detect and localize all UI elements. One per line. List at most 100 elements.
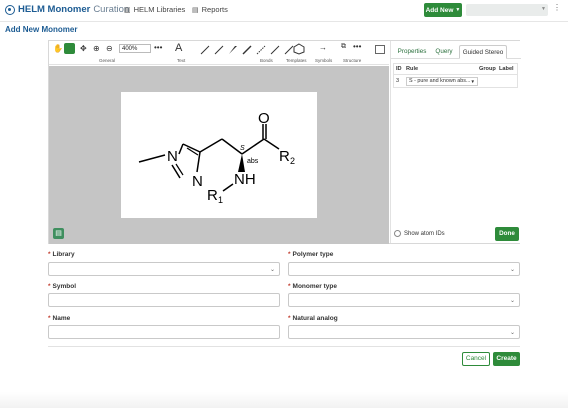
group-general: General xyxy=(99,58,116,63)
tab-query[interactable]: Query xyxy=(431,45,457,59)
group-symbols: Symbols xyxy=(315,58,333,63)
move-icon[interactable]: ✥ xyxy=(80,44,87,53)
nav-reports[interactable]: ▤ Reports xyxy=(192,5,228,14)
nav-reports-label: Reports xyxy=(201,5,228,14)
show-atom-ids-toggle[interactable]: Show atom IDs xyxy=(394,230,445,237)
top-navbar: HELM Monomer Curation ▥ HELM Libraries ▤… xyxy=(0,0,568,22)
natural-analog-value xyxy=(289,335,292,341)
chevron-down-icon: ⌄ xyxy=(509,267,515,273)
group-bonds: Bonds xyxy=(260,58,273,63)
atom-n-methyl: N xyxy=(167,148,178,165)
library-label: * Library xyxy=(48,251,75,258)
page-title: Add New Monomer xyxy=(5,25,78,34)
natural-analog-select[interactable]: ⌄ xyxy=(288,325,520,339)
symbol-label: * Symbol xyxy=(48,283,77,290)
show-atom-ids-label: Show atom IDs xyxy=(404,230,445,237)
monomer-type-value xyxy=(289,303,292,309)
brand-link[interactable]: HELM Monomer Curation xyxy=(5,4,129,15)
panel-tabs: Properties Query Guided Stereo xyxy=(391,45,521,59)
done-button[interactable]: Done xyxy=(495,227,519,241)
hand-icon[interactable]: ✋ xyxy=(53,44,63,53)
group-structure: Structure xyxy=(343,58,362,63)
symbol-input[interactable] xyxy=(48,293,280,307)
polymer-type-value xyxy=(289,272,292,278)
atom-nh: NH xyxy=(234,171,256,188)
chevron-down-icon: ⌄ xyxy=(509,298,515,304)
chevron-down-icon: ▼ xyxy=(541,6,546,12)
zoom-out-icon[interactable]: ⊖ xyxy=(106,44,113,53)
r1-label: R xyxy=(207,187,218,204)
row-id: 3 xyxy=(396,78,400,84)
abs-label: abs xyxy=(247,158,259,165)
polymer-type-select[interactable]: ⌄ xyxy=(288,262,520,276)
library-select[interactable]: ⌄ xyxy=(48,262,280,276)
create-button[interactable]: Create xyxy=(493,352,520,366)
add-new-button[interactable]: Add New ▼ xyxy=(424,3,462,17)
nav-helm-libraries-label: HELM Libraries xyxy=(133,5,186,14)
table-row: 3 S - pure and known abs... ▼ xyxy=(394,75,517,87)
nav-helm-libraries[interactable]: ▥ HELM Libraries xyxy=(124,5,185,14)
zoom-in-icon[interactable]: ⊕ xyxy=(93,44,100,53)
bottom-shadow xyxy=(0,392,568,408)
monomer-type-label: * Monomer type xyxy=(288,283,337,290)
col-id: ID xyxy=(396,66,402,72)
monomer-type-select[interactable]: ⌄ xyxy=(288,293,520,307)
rule-select[interactable]: S - pure and known abs... ▼ xyxy=(406,76,478,86)
app-name: HELM Monomer xyxy=(18,4,91,15)
cancel-button[interactable]: Cancel xyxy=(462,352,490,366)
col-label: Label xyxy=(499,66,514,72)
group-text: Text xyxy=(177,58,186,63)
chevron-down-icon: ⌄ xyxy=(509,330,515,336)
zoom-select[interactable]: 400% xyxy=(119,44,151,53)
structure-icon[interactable]: ⧉ xyxy=(341,43,346,51)
template-ring-icon[interactable] xyxy=(293,43,305,55)
r1-subscript: 1 xyxy=(218,195,223,205)
atom-oxygen: O xyxy=(258,110,270,127)
molecule-structure: N N NH O R 1 R 2 S abs xyxy=(138,110,295,205)
structure-editor: ✋ ✥ ⊕ ⊖ 400% ••• General A Text Bonds Te… xyxy=(48,40,521,244)
natural-analog-label: * Natural analog xyxy=(288,315,338,322)
helm-logo-icon xyxy=(5,4,15,15)
library-icon: ▥ xyxy=(124,6,131,14)
text-tool-icon[interactable]: A xyxy=(175,42,182,54)
table-header: ID Rule Group Label xyxy=(394,64,517,75)
tab-guided-stereo[interactable]: Guided Stereo xyxy=(459,45,507,59)
r2-label: R xyxy=(279,148,290,165)
library-value xyxy=(49,272,52,278)
more-dots-icon[interactable]: ••• xyxy=(154,43,162,52)
col-group: Group xyxy=(479,66,496,72)
editor-toolbar: ✋ ✥ ⊕ ⊖ 400% ••• General A Text Bonds Te… xyxy=(49,41,389,65)
panel-toggle-icon[interactable] xyxy=(375,45,385,54)
name-value xyxy=(49,335,52,341)
tab-properties[interactable]: Properties xyxy=(395,45,429,59)
name-input[interactable] xyxy=(48,325,280,339)
polymer-type-label: * Polymer type xyxy=(288,251,334,258)
clipboard-icon[interactable]: ▤ xyxy=(53,228,64,239)
chevron-down-icon: ▼ xyxy=(455,7,461,13)
user-select[interactable] xyxy=(466,4,548,16)
chevron-down-icon: ⌄ xyxy=(269,267,275,273)
bond-tools-icon[interactable] xyxy=(199,44,299,56)
col-rule: Rule xyxy=(406,66,419,72)
drawing-canvas[interactable]: N N NH O R 1 R 2 S abs ▤ xyxy=(49,66,389,244)
chevron-down-icon: ▼ xyxy=(470,78,475,84)
properties-panel: Properties Query Guided Stereo ID Rule G… xyxy=(390,41,521,243)
select-tool-icon[interactable] xyxy=(64,43,75,54)
zoom-value: 400% xyxy=(122,46,138,52)
group-templates: Templates xyxy=(286,58,307,63)
symbol-value xyxy=(49,303,52,309)
r2-subscript: 2 xyxy=(290,156,295,166)
rule-value: S - pure and known abs... xyxy=(409,77,471,84)
name-label: * Name xyxy=(48,315,71,322)
molecule-frame: N N NH O R 1 R 2 S abs xyxy=(121,92,317,218)
more-dots-icon[interactable]: ⋮ xyxy=(553,3,561,12)
add-new-label: Add New xyxy=(425,6,454,14)
report-icon: ▤ xyxy=(192,6,199,14)
toggle-icon xyxy=(394,230,401,237)
stereo-label: S xyxy=(240,145,245,152)
more-dots-icon[interactable]: ••• xyxy=(353,42,361,51)
arrow-icon[interactable]: → xyxy=(319,43,327,52)
form-divider xyxy=(48,346,520,347)
atom-n-ring: N xyxy=(192,173,203,190)
stereo-table: ID Rule Group Label 3 S - pure and known… xyxy=(393,63,518,88)
